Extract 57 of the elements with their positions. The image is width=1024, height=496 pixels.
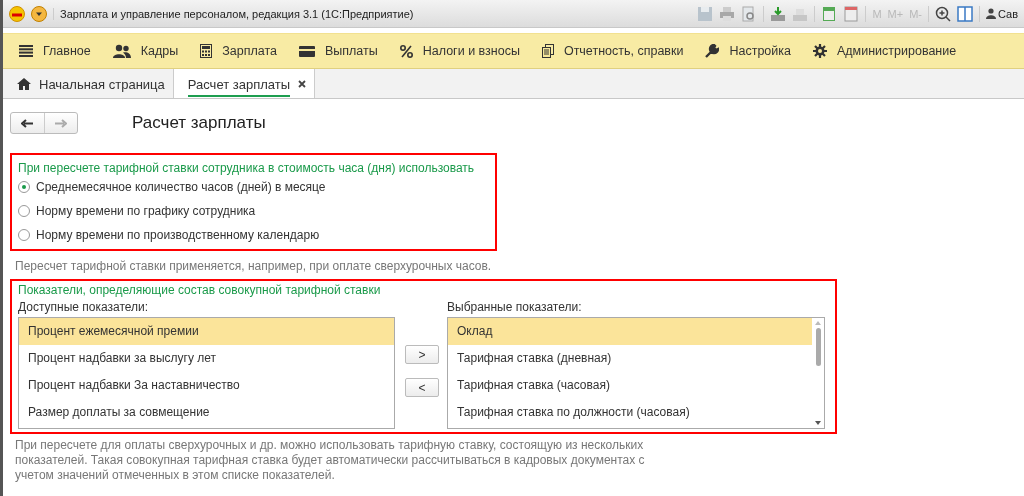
form-title: Расчет зарплаты	[132, 113, 266, 133]
list-item[interactable]: Процент ежемесячной премии	[19, 318, 394, 345]
user-icon	[985, 8, 996, 19]
save-icon[interactable]	[697, 5, 714, 22]
radio-button[interactable]	[18, 181, 30, 193]
list-caption: Доступные показатели:	[18, 300, 150, 314]
radio-label[interactable]: Норму времени по производственному календарю	[36, 228, 320, 242]
list-item[interactable]: Тарифная ставка по должности (часовая)	[448, 399, 812, 426]
section-link[interactable]: Зарплата	[222, 44, 277, 58]
wrench-icon	[705, 44, 720, 58]
home-icon	[17, 77, 31, 90]
tab[interactable]: Расчет зарплаты	[173, 69, 316, 98]
group-heading: При пересчете тарифной ставки сотрудника в стоимость часа (дня) использовать	[18, 161, 476, 175]
radio-button[interactable]	[18, 229, 30, 241]
section-link[interactable]: Отчетность, справки	[563, 44, 684, 58]
radio-button[interactable]	[18, 205, 30, 217]
forward-arrow-icon	[54, 118, 67, 128]
list-item[interactable]: Тарифная ставка (дневная)	[448, 345, 812, 372]
section-link[interactable]: Настройка	[729, 44, 791, 58]
print-icon[interactable]	[719, 5, 736, 22]
list-item[interactable]: Оклад	[448, 318, 812, 345]
back-arrow-icon	[21, 118, 34, 128]
percent-icon	[399, 44, 413, 58]
section-link[interactable]: Налоги и взносы	[422, 44, 520, 58]
panel-icon[interactable]	[956, 5, 973, 22]
list-item[interactable]: Процент надбавки За наставничество	[19, 372, 394, 399]
move-button[interactable]: >	[405, 345, 439, 364]
zoom-icon[interactable]	[934, 5, 951, 22]
list-item[interactable]: Процент надбавки за выслугу лет	[19, 345, 394, 372]
dropdown-icon[interactable]	[31, 5, 47, 22]
app-logo-icon	[9, 5, 25, 22]
section-link[interactable]: Главное	[43, 44, 91, 58]
radio-label[interactable]: Среднемесячное количество часов (дней) в месяце	[36, 180, 326, 194]
section-link[interactable]: Администрирование	[837, 44, 957, 58]
group-heading: Показатели, определяющие состав совокупной тарифной ставки	[18, 283, 382, 297]
list-item[interactable]: Тарифная ставка (часовая)	[448, 372, 812, 399]
list-item[interactable]: Размер доплаты за совмещение	[19, 399, 394, 426]
move-button[interactable]: <	[405, 378, 439, 397]
settings-icon	[813, 44, 827, 58]
documents-icon	[541, 44, 554, 58]
scroll-up-icon	[815, 321, 821, 325]
card-icon	[298, 45, 315, 57]
menu-icon	[19, 45, 33, 57]
radio-label[interactable]: Норму времени по графику сотрудника	[36, 204, 256, 218]
window-title: Зарплата и управление персоналом, редакция 3.1 (1С:Предприятие)	[53, 7, 692, 20]
import-icon[interactable]	[770, 5, 787, 22]
section-link[interactable]: Кадры	[140, 44, 179, 58]
user-name[interactable]: Сав	[997, 7, 1018, 20]
list-caption: Выбранные показатели:	[447, 300, 583, 314]
hint-text: Пересчет тарифной ставки применяется, например, при оплате сверхурочных часов.	[15, 259, 493, 274]
hint-text: При пересчете для оплаты сверхурочных и др. можно использовать тарифную ставку, состоящую из нескольких показателей. Такая совокупная тарифная ставка будет автоматически рассчитываться в кадровых документах с учетом значений отмеченных в этом списке показателей.	[15, 438, 646, 483]
scroll-down-icon	[815, 421, 821, 425]
tab[interactable]: Начальная страница	[3, 69, 174, 98]
people-icon	[112, 44, 131, 58]
calendar-icon[interactable]	[843, 5, 860, 22]
close-icon[interactable]	[298, 79, 307, 88]
section-link[interactable]: Выплаты	[324, 44, 378, 58]
